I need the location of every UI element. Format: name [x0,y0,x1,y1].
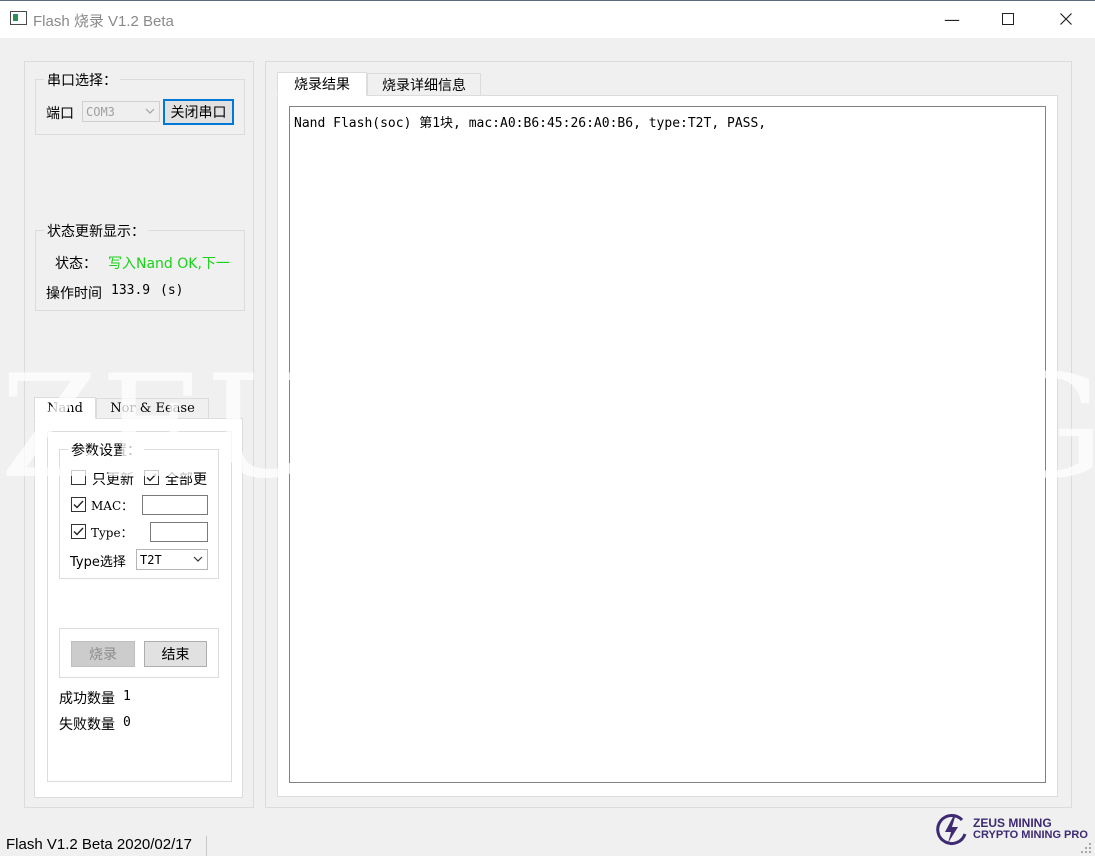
tab-nand[interactable]: Nand [34,397,96,419]
success-count-label: 成功数量 [59,691,115,707]
serial-group-title: 串口选择： [44,70,120,90]
status-value: 写入Nand OK,下一 [108,256,230,272]
tab-burn-result[interactable]: 烧录结果 [277,72,367,96]
type-label: Type： [91,526,133,540]
mac-label: MAC： [91,499,134,513]
mac-input[interactable] [142,495,208,515]
log-line: Nand Flash(soc) 第1块, mac:A0:B6:45:26:A0:… [294,116,767,131]
fail-count-label: 失败数量 [59,717,115,733]
type-input[interactable] [150,522,208,542]
time-value: 133.9 [111,283,151,298]
only-update-checkbox[interactable] [71,470,86,485]
chevron-down-icon [145,108,155,114]
type-select-label: Type选择 [70,555,126,570]
statusbar-separator [206,836,207,856]
close-icon [1060,13,1072,25]
end-button[interactable]: 结束 [144,641,207,667]
window-title: Flash 烧录 V1.2 Beta [33,13,174,30]
all-update-checkbox[interactable] [144,470,159,485]
result-log-textarea[interactable]: Nand Flash(soc) 第1块, mac:A0:B6:45:26:A0:… [289,106,1046,783]
checkmark-icon [73,527,84,536]
tab-nor-erase[interactable]: Nor & Eease [96,398,209,419]
chevron-down-icon [193,556,203,562]
lightning-bolt-icon [936,814,967,845]
burn-button[interactable]: 烧录 [71,641,135,667]
resize-grip-icon[interactable] [1080,842,1092,854]
fail-count-value: 0 [123,715,131,730]
port-label: 端口 [46,106,74,122]
type-checkbox[interactable] [71,524,86,539]
statusbar-text: Flash V1.2 Beta 2020/02/17 [6,836,192,853]
success-count-value: 1 [123,689,131,704]
logo-title: ZEUS MINING [973,816,1052,830]
maximize-icon [1002,13,1014,25]
minimize-button[interactable]: — [923,1,981,37]
params-group-title: 参数设置： [68,440,144,460]
type-select-value: T2T [140,552,162,567]
close-button[interactable] [1037,1,1095,37]
time-unit: (s) [160,283,184,298]
only-update-label: 只更新 [92,472,134,488]
app-icon [10,11,27,25]
tab-burn-details[interactable]: 烧录详细信息 [367,73,481,96]
all-update-label: 全部更 [165,472,207,488]
checkmark-icon [73,500,84,509]
time-label: 操作时间 [46,286,102,302]
mac-checkbox[interactable] [71,497,86,512]
logo-subtitle: CRYPTO MINING PRO [973,829,1088,841]
status-label: 状态： [55,256,97,272]
port-select[interactable]: COM3 [82,101,160,122]
checkmark-icon [146,473,157,482]
port-select-value: COM3 [86,104,115,119]
type-select[interactable]: T2T [136,549,208,570]
title-bar[interactable]: Flash 烧录 V1.2 Beta — [0,0,1095,38]
status-group-title: 状态更新显示： [44,221,148,241]
maximize-button[interactable] [979,1,1037,37]
close-port-button[interactable]: 关闭串口 [163,99,234,125]
